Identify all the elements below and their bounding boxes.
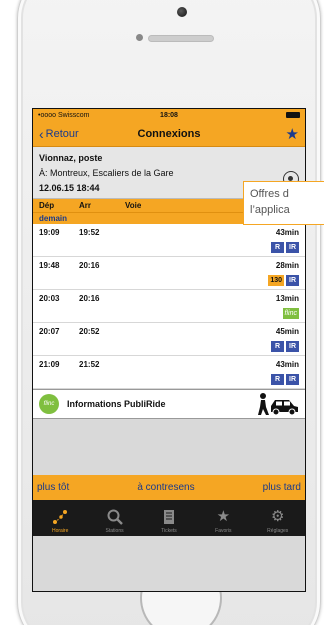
route-icon	[53, 510, 68, 524]
column-arrival: Arr	[79, 201, 92, 210]
navigation-bar: ‹ Retour Connexions ★	[33, 121, 305, 147]
later-button[interactable]: plus tard	[263, 482, 301, 493]
search-icon	[107, 509, 123, 525]
clock: 18:08	[160, 111, 178, 119]
tab-favoris[interactable]: ★ Favoris	[199, 508, 247, 534]
transport-badge: R	[271, 242, 284, 253]
back-button[interactable]: ‹ Retour	[39, 127, 79, 141]
front-camera	[177, 7, 187, 17]
tab-label: Horaire	[51, 528, 69, 534]
action-bar: plus tôt à contresens plus tard	[33, 475, 305, 500]
connection-row[interactable]: 19:48 20:16 28min 130 IR	[33, 257, 305, 290]
column-departure: Dép	[39, 201, 55, 210]
earpiece-speaker	[148, 35, 214, 42]
rideshare-car-icon	[258, 393, 298, 416]
connection-row[interactable]: 19:09 19:52 43min R IR	[33, 224, 305, 257]
arrival-time: 21:52	[79, 360, 100, 369]
transport-badge: IR	[286, 374, 299, 385]
star-icon: ★	[216, 508, 231, 525]
back-button-label: Retour	[45, 127, 79, 140]
transport-badges: 130 IR	[268, 275, 299, 286]
destination-station: À: Montreux, Escaliers de la Gare	[39, 168, 174, 178]
transport-badge: R	[271, 374, 284, 385]
publiride-banner[interactable]: flinc Informations PubliRide	[33, 389, 305, 419]
tab-stations[interactable]: Stations	[91, 508, 139, 534]
arrival-time: 20:52	[79, 327, 100, 336]
publiride-label: Informations PubliRide	[67, 399, 166, 409]
origin-station: Vionnaz, poste	[39, 153, 103, 163]
connection-row[interactable]: 20:07 20:52 45min R IR	[33, 323, 305, 356]
transport-badges: R IR	[271, 374, 299, 385]
feature-callout: Offres d l’applica	[243, 181, 324, 225]
tab-label: Tickets	[161, 528, 177, 534]
duration: 13min	[275, 294, 299, 303]
gear-icon: ⚙	[271, 508, 285, 525]
transport-badge: IR	[286, 341, 299, 352]
tab-tickets[interactable]: Tickets	[145, 508, 193, 534]
departure-time: 21:09	[39, 360, 60, 369]
status-bar: •oooo Swisscom 18:08	[33, 109, 305, 121]
duration: 43min	[275, 360, 299, 369]
departure-time: 19:09	[39, 228, 60, 237]
flinc-badge: flinc	[282, 308, 299, 319]
connection-row[interactable]: 20:03 20:16 13min flinc	[33, 290, 305, 323]
arrival-time: 20:16	[79, 261, 100, 270]
transport-badges: R IR	[271, 242, 299, 253]
departure-time: 19:48	[39, 261, 60, 270]
duration: 43min	[275, 228, 299, 237]
favorite-star-icon[interactable]: ★	[286, 125, 299, 143]
empty-area	[33, 419, 305, 475]
departure-time: 20:03	[39, 294, 60, 303]
tab-reglages[interactable]: ⚙ Réglages	[254, 508, 302, 534]
flinc-logo: flinc	[39, 394, 59, 414]
arrival-time: 19:52	[79, 228, 100, 237]
tab-horaire[interactable]: Horaire	[36, 508, 84, 534]
duration: 28min	[275, 261, 299, 270]
transport-badges: R IR	[271, 341, 299, 352]
tab-label: Favoris	[215, 528, 232, 534]
transport-badge: IR	[286, 242, 299, 253]
callout-line: l’applica	[250, 204, 290, 216]
transport-badge: R	[271, 341, 284, 352]
transport-badge: IR	[286, 275, 299, 286]
departure-time: 20:07	[39, 327, 60, 336]
proximity-sensor	[136, 34, 143, 41]
duration: 45min	[275, 327, 299, 336]
reverse-direction-button[interactable]: à contresens	[137, 482, 194, 493]
connection-row[interactable]: 21:09 21:52 43min R IR	[33, 356, 305, 389]
chevron-left-icon: ‹	[39, 125, 44, 142]
tab-bar: Horaire Stations Tickets ★ Favoris ⚙ Rég…	[33, 500, 305, 536]
ticket-icon	[163, 510, 174, 524]
arrival-time: 20:16	[79, 294, 100, 303]
bus-line-badge: 130	[268, 275, 284, 286]
tab-label: Réglages	[267, 528, 289, 534]
callout-line: Offres d	[250, 188, 289, 200]
tab-label: Stations	[105, 528, 124, 534]
transport-badges: flinc	[282, 308, 299, 319]
earlier-button[interactable]: plus tôt	[37, 482, 69, 493]
